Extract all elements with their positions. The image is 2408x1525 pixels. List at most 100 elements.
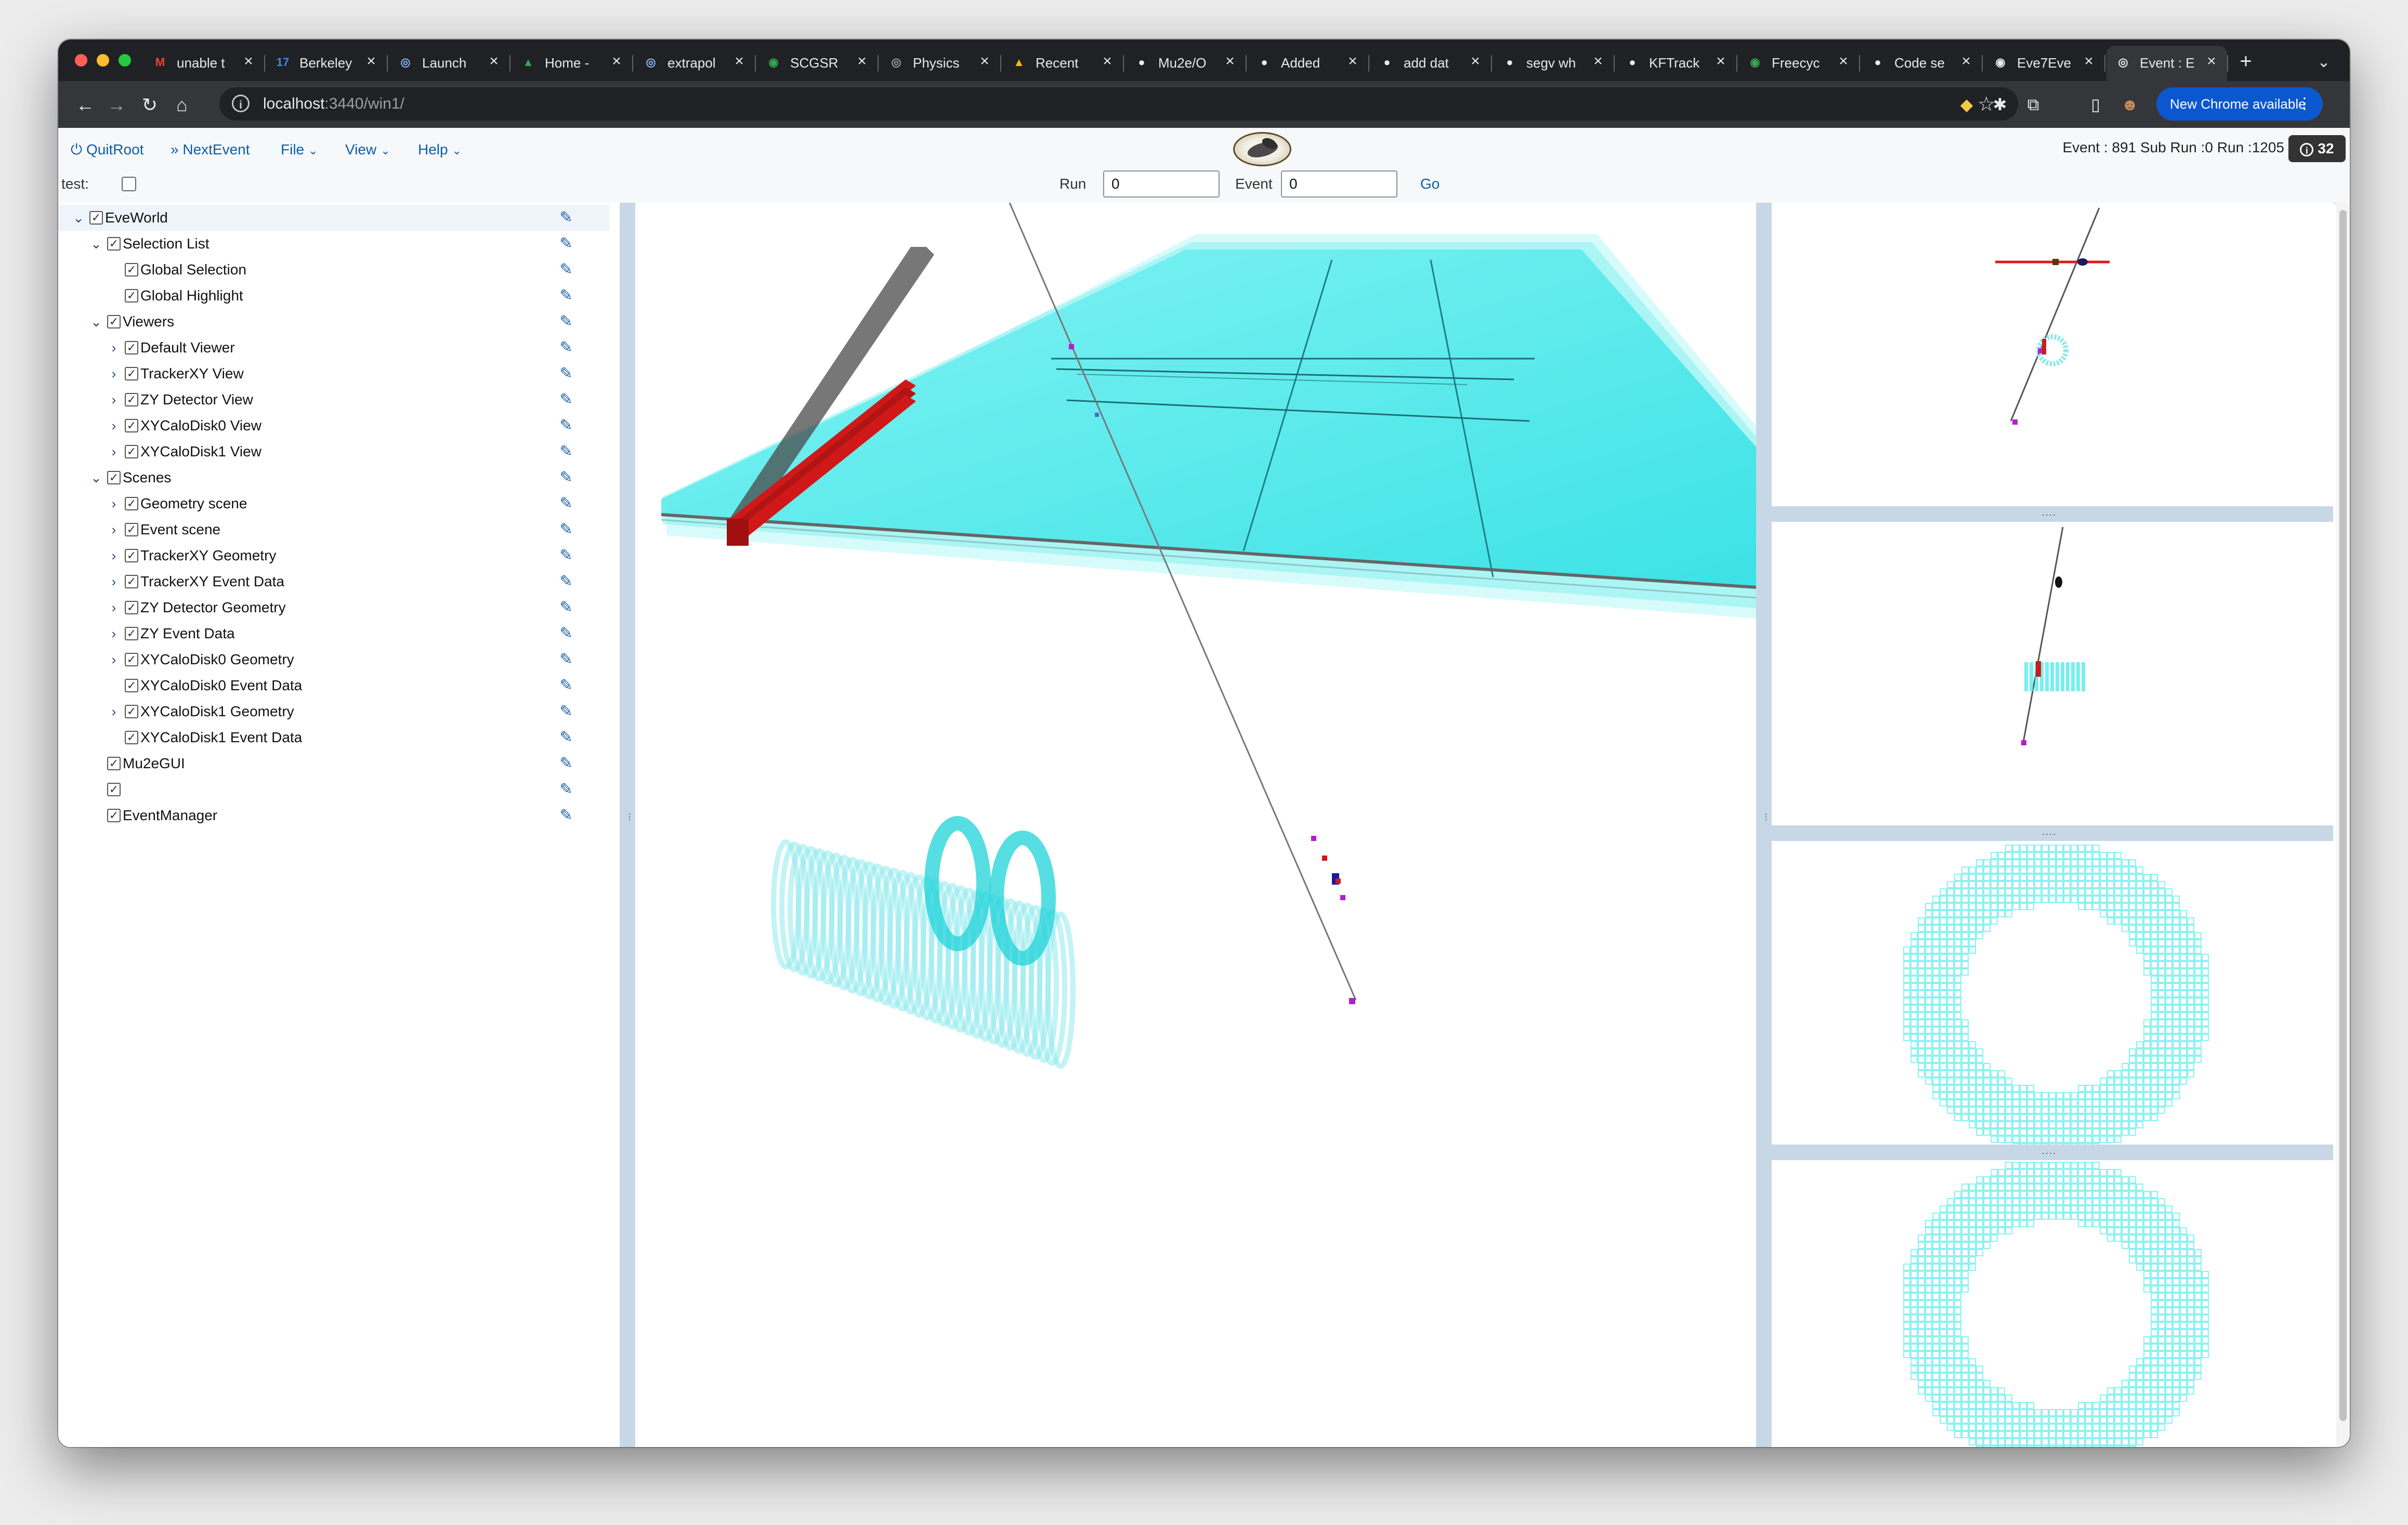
- visibility-checkbox[interactable]: ✓: [125, 523, 138, 536]
- viewer-canvas[interactable]: [635, 203, 1756, 1447]
- edit-pencil-icon[interactable]: ✎: [557, 287, 575, 305]
- visibility-checkbox[interactable]: ✓: [89, 211, 103, 225]
- edit-pencil-icon[interactable]: ✎: [557, 417, 575, 435]
- zoom-window-button[interactable]: [119, 54, 131, 67]
- chevron-down-icon[interactable]: ⌄: [88, 313, 104, 331]
- tree-item[interactable]: ✓ Global Highlight ✎: [58, 283, 609, 309]
- chevron-right-icon[interactable]: ›: [106, 651, 122, 668]
- close-tab-icon[interactable]: ×: [1834, 52, 1853, 71]
- home-icon[interactable]: ⌂: [168, 91, 195, 119]
- edit-pencil-icon[interactable]: ✎: [557, 755, 575, 772]
- close-tab-icon[interactable]: ×: [362, 52, 381, 71]
- calo-disk1-canvas[interactable]: [1772, 1160, 2333, 1447]
- close-tab-icon[interactable]: ×: [2079, 52, 2098, 71]
- visibility-checkbox[interactable]: ✓: [125, 653, 138, 666]
- browser-tab[interactable]: ◎ Launch ×: [389, 46, 511, 81]
- tree-item[interactable]: ✓ Global Selection ✎: [58, 257, 609, 283]
- edit-pencil-icon[interactable]: ✎: [557, 599, 575, 616]
- tree-item[interactable]: ✓ EventManager ✎: [58, 803, 609, 829]
- tree-item[interactable]: › ✓ TrackerXY Geometry ✎: [58, 543, 609, 569]
- default-viewer-3d[interactable]: [635, 203, 1756, 1447]
- extension-icon[interactable]: ✱: [1988, 93, 2012, 116]
- edit-pencil-icon[interactable]: ✎: [557, 781, 575, 798]
- calo-disk0-canvas[interactable]: [1772, 841, 2333, 1145]
- new-chrome-available-button[interactable]: New Chrome available ⋮: [2156, 87, 2323, 121]
- edit-pencil-icon[interactable]: ✎: [557, 365, 575, 383]
- edit-pencil-icon[interactable]: ✎: [557, 469, 575, 487]
- visibility-checkbox[interactable]: ✓: [125, 627, 138, 640]
- chevron-right-icon[interactable]: ›: [106, 495, 122, 512]
- address-bar[interactable]: i localhost:3440/win1/ ☆: [219, 87, 2018, 121]
- view-menu[interactable]: View ⌄: [345, 139, 390, 160]
- chevron-down-icon[interactable]: ⌄: [71, 209, 86, 227]
- zy-detector-canvas[interactable]: [1772, 522, 2333, 825]
- close-tab-icon[interactable]: ×: [853, 52, 871, 71]
- new-tab-button[interactable]: +: [2231, 47, 2260, 76]
- chevron-right-icon[interactable]: ›: [106, 391, 122, 409]
- site-info-icon[interactable]: i: [232, 95, 250, 112]
- chevron-right-icon[interactable]: ›: [106, 443, 122, 461]
- profile-avatar[interactable]: ☻: [2118, 93, 2142, 116]
- browser-tab[interactable]: ◎ Physics ×: [880, 46, 1001, 81]
- edit-pencil-icon[interactable]: ✎: [557, 729, 575, 746]
- edit-pencil-icon[interactable]: ✎: [557, 703, 575, 720]
- visibility-checkbox[interactable]: ✓: [125, 393, 138, 406]
- browser-tab[interactable]: ◉ Freecyc ×: [1738, 46, 1860, 81]
- back-arrow-icon[interactable]: ←: [72, 91, 99, 119]
- tree-item[interactable]: › ✓ Event scene ✎: [58, 517, 609, 543]
- visibility-checkbox[interactable]: ✓: [125, 705, 138, 718]
- chevron-right-icon[interactable]: ›: [106, 599, 122, 616]
- chevron-down-icon[interactable]: ⌄: [88, 469, 104, 487]
- close-tab-icon[interactable]: ×: [485, 52, 503, 71]
- tree-item[interactable]: › ✓ TrackerXY Event Data ✎: [58, 569, 609, 595]
- notification-badge[interactable]: i 32: [2288, 135, 2346, 162]
- close-tab-icon[interactable]: ×: [239, 52, 258, 71]
- chevron-right-icon[interactable]: ›: [106, 521, 122, 538]
- close-tab-icon[interactable]: ×: [1466, 52, 1485, 71]
- edit-pencil-icon[interactable]: ✎: [557, 209, 575, 227]
- edit-pencil-icon[interactable]: ✎: [557, 443, 575, 461]
- visibility-checkbox[interactable]: ✓: [125, 601, 138, 614]
- close-tab-icon[interactable]: ×: [1343, 52, 1362, 71]
- view-separator[interactable]: ....: [1772, 506, 2333, 522]
- visibility-checkbox[interactable]: ✓: [107, 237, 121, 251]
- visibility-checkbox[interactable]: ✓: [107, 809, 121, 822]
- tree-item[interactable]: › ✓ ZY Event Data ✎: [58, 621, 609, 647]
- test-checkbox[interactable]: [122, 177, 136, 191]
- close-tab-icon[interactable]: ×: [1957, 52, 1975, 71]
- chevron-right-icon[interactable]: ›: [106, 339, 122, 357]
- visibility-checkbox[interactable]: ✓: [125, 263, 138, 277]
- browser-tab[interactable]: ▲ Recent ×: [1002, 46, 1124, 81]
- edit-pencil-icon[interactable]: ✎: [557, 235, 575, 253]
- browser-tab[interactable]: Munable t ×: [143, 46, 265, 81]
- edit-pencil-icon[interactable]: ✎: [557, 261, 575, 279]
- scrollbar-thumb[interactable]: [2339, 210, 2347, 1421]
- tracker-xy-view[interactable]: [1772, 203, 2333, 506]
- visibility-checkbox[interactable]: ✓: [125, 549, 138, 562]
- view-separator[interactable]: ....: [1772, 1145, 2333, 1160]
- tree-item[interactable]: ⌄ ✓ Scenes ✎: [58, 465, 609, 491]
- side-panel-icon[interactable]: ▯: [2084, 93, 2108, 116]
- go-button[interactable]: Go: [1420, 176, 1439, 192]
- left-splitter[interactable]: ⋮: [620, 203, 635, 1447]
- tree-item[interactable]: ✓ XYCaloDisk0 Event Data ✎: [58, 673, 609, 699]
- edit-pencil-icon[interactable]: ✎: [557, 313, 575, 331]
- edit-pencil-icon[interactable]: ✎: [557, 495, 575, 512]
- reload-icon[interactable]: ↻: [136, 91, 163, 119]
- close-window-button[interactable]: [75, 54, 87, 67]
- browser-tab[interactable]: ● add dat ×: [1370, 46, 1492, 81]
- file-menu[interactable]: File ⌄: [281, 139, 318, 160]
- edit-pencil-icon[interactable]: ✎: [557, 573, 575, 590]
- help-menu[interactable]: Help ⌄: [418, 139, 462, 160]
- visibility-checkbox[interactable]: ✓: [125, 419, 138, 432]
- visibility-checkbox[interactable]: ✓: [125, 575, 138, 588]
- edit-pencil-icon[interactable]: ✎: [557, 651, 575, 668]
- visibility-checkbox[interactable]: ✓: [125, 289, 138, 303]
- visibility-checkbox[interactable]: ✓: [107, 783, 121, 796]
- chevron-right-icon[interactable]: ›: [106, 703, 122, 720]
- chevron-right-icon[interactable]: ›: [106, 417, 122, 435]
- tree-item[interactable]: › ✓ XYCaloDisk1 View ✎: [58, 439, 609, 465]
- tree-item[interactable]: › ✓ Default Viewer ✎: [58, 335, 609, 361]
- edit-pencil-icon[interactable]: ✎: [557, 677, 575, 694]
- visibility-checkbox[interactable]: ✓: [107, 757, 121, 770]
